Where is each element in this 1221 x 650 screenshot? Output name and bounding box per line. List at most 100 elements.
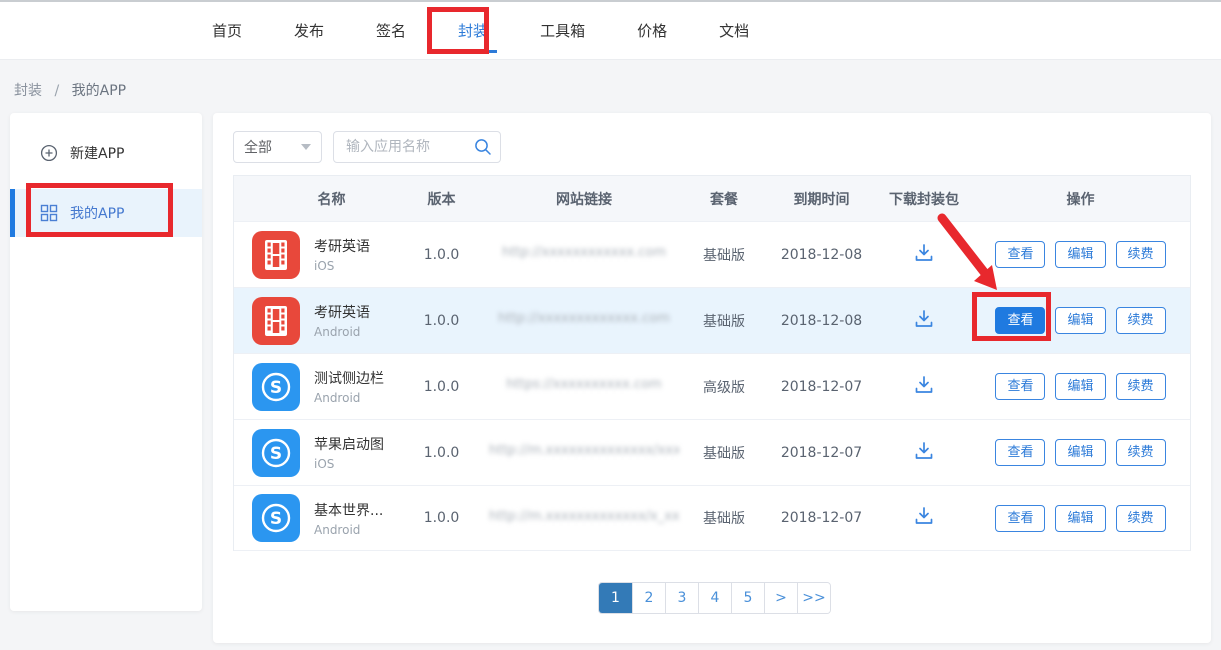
app-name-cell: S 苹果启动图 iOS — [234, 429, 399, 477]
download-package-button[interactable] — [912, 307, 936, 331]
edit-button[interactable]: 编辑 — [1055, 505, 1105, 532]
col-header-download: 下载封装包 — [879, 189, 969, 209]
page-button-1[interactable]: 1 — [599, 583, 632, 613]
nav-publish[interactable]: 发布 — [292, 16, 326, 45]
website-link-blurred: http://xxxxxxxxxxxx.com — [502, 245, 666, 260]
svg-text:S: S — [270, 444, 282, 464]
plus-circle-icon — [40, 144, 58, 162]
expiry-cell: 2018-12-08 — [764, 247, 879, 263]
chevron-down-icon — [301, 144, 311, 150]
category-select[interactable]: 全部 — [233, 131, 322, 163]
s-logo-app-icon: S — [252, 429, 300, 477]
download-package-button[interactable] — [912, 241, 936, 265]
renew-button[interactable]: 续费 — [1116, 373, 1166, 400]
sidebar-item-my-app[interactable]: 我的APP — [10, 189, 202, 237]
website-cell: http://xxxxxxxxxxxxx.com — [484, 311, 684, 330]
app-platform: Android — [314, 391, 384, 405]
plan-cell: 基础版 — [684, 443, 764, 463]
s-logo-app-icon: S — [252, 494, 300, 542]
plan-cell: 基础版 — [684, 311, 764, 331]
breadcrumb-parent[interactable]: 封装 — [14, 83, 42, 99]
nav-docs[interactable]: 文档 — [717, 16, 751, 45]
website-link-blurred: http://m.xxxxxxxxxxxxxx/xxxx_x... — [489, 443, 679, 458]
app-name-cell: S 基本世界... Android — [234, 494, 399, 542]
app-platform: Android — [314, 523, 383, 537]
view-button[interactable]: 查看 — [995, 241, 1045, 268]
s-logo-app-icon: S — [252, 363, 300, 411]
sidebar-item-new-app[interactable]: 新建APP — [10, 133, 202, 173]
col-header-name: 名称 — [234, 189, 399, 209]
app-name: 测试侧边栏 — [314, 368, 384, 388]
view-button[interactable]: 查看 — [995, 373, 1045, 400]
website-cell: https://xxxxxxxxxx.com — [484, 377, 684, 396]
next-page-button[interactable]: > — [764, 583, 797, 613]
app-name-cell: S 测试侧边栏 Android — [234, 363, 399, 411]
expiry-cell: 2018-12-07 — [764, 510, 879, 526]
renew-button[interactable]: 续费 — [1116, 439, 1166, 466]
app-name: 苹果启动图 — [314, 434, 384, 454]
filter-bar: 全部 — [233, 131, 501, 163]
renew-button[interactable]: 续费 — [1116, 307, 1166, 334]
nav-price[interactable]: 价格 — [635, 16, 669, 45]
actions-cell: 查看 编辑 续费 — [969, 373, 1192, 400]
app-name-cell: 考研英语 Android — [234, 297, 399, 345]
website-link-blurred: http://m.xxxxxxxxxxxxx/x_xxx... — [489, 509, 679, 524]
download-package-button[interactable] — [912, 439, 936, 463]
col-header-website: 网站链接 — [484, 189, 684, 209]
edit-button[interactable]: 编辑 — [1055, 241, 1105, 268]
version-cell: 1.0.0 — [399, 445, 484, 461]
renew-button[interactable]: 续费 — [1116, 505, 1166, 532]
page-button-4[interactable]: 4 — [698, 583, 731, 613]
page-button-5[interactable]: 5 — [731, 583, 764, 613]
version-cell: 1.0.0 — [399, 247, 484, 263]
breadcrumb: 封装 / 我的APP — [0, 60, 1221, 100]
search-icon[interactable] — [474, 138, 492, 156]
category-select-value: 全部 — [244, 137, 272, 157]
page-button-2[interactable]: 2 — [632, 583, 665, 613]
version-cell: 1.0.0 — [399, 379, 484, 395]
actions-cell: 查看 编辑 续费 — [969, 505, 1192, 532]
actions-cell: 查看 编辑 续费 — [969, 307, 1192, 334]
edit-button[interactable]: 编辑 — [1055, 373, 1105, 400]
svg-text:S: S — [270, 378, 282, 398]
main-panel: 全部 名称 版本 网站链接 套餐 到期时间 下载封装包 操作 — [213, 113, 1211, 643]
version-cell: 1.0.0 — [399, 510, 484, 526]
sidebar: 新建APP 我的APP — [10, 113, 202, 611]
last-page-button[interactable]: >> — [797, 583, 830, 613]
top-navbar: 首页 发布 签名 封装 工具箱 价格 文档 — [0, 2, 1221, 60]
renew-button[interactable]: 续费 — [1116, 241, 1166, 268]
nav-home[interactable]: 首页 — [210, 16, 244, 45]
download-cell — [879, 241, 969, 269]
nav-signature[interactable]: 签名 — [374, 16, 408, 45]
download-package-button[interactable] — [912, 373, 936, 397]
edit-button[interactable]: 编辑 — [1055, 307, 1105, 334]
app-name-cell: 考研英语 iOS — [234, 231, 399, 279]
view-button[interactable]: 查看 — [995, 505, 1045, 532]
nav-toolbox[interactable]: 工具箱 — [538, 16, 587, 45]
edit-button[interactable]: 编辑 — [1055, 439, 1105, 466]
search-box — [333, 131, 501, 163]
view-button-active[interactable]: 查看 — [995, 307, 1045, 334]
download-cell — [879, 373, 969, 401]
pagination: 1 2 3 4 5 > >> — [598, 582, 831, 614]
sidebar-my-app-label: 我的APP — [70, 203, 124, 223]
table-row: 考研英语 iOS 1.0.0 http://xxxxxxxxxxxx.com 基… — [234, 221, 1190, 287]
plan-cell: 高级版 — [684, 377, 764, 397]
view-button[interactable]: 查看 — [995, 439, 1045, 466]
download-package-button[interactable] — [912, 504, 936, 528]
expiry-cell: 2018-12-07 — [764, 379, 879, 395]
app-platform: iOS — [314, 457, 384, 471]
expiry-cell: 2018-12-07 — [764, 445, 879, 461]
breadcrumb-current: 我的APP — [72, 83, 126, 99]
nav-package[interactable]: 封装 — [456, 16, 490, 45]
col-header-version: 版本 — [399, 189, 484, 209]
website-link-blurred: https://xxxxxxxxxx.com — [506, 377, 661, 392]
table-row: S 苹果启动图 iOS 1.0.0 http://m.xxxxxxxxxxxxx… — [234, 419, 1190, 485]
page-button-3[interactable]: 3 — [665, 583, 698, 613]
actions-cell: 查看 编辑 续费 — [969, 241, 1192, 268]
website-link-blurred: http://xxxxxxxxxxxxx.com — [498, 311, 670, 326]
col-header-plan: 套餐 — [684, 189, 764, 209]
download-cell — [879, 504, 969, 532]
col-header-expiry: 到期时间 — [764, 189, 879, 209]
download-cell — [879, 439, 969, 467]
